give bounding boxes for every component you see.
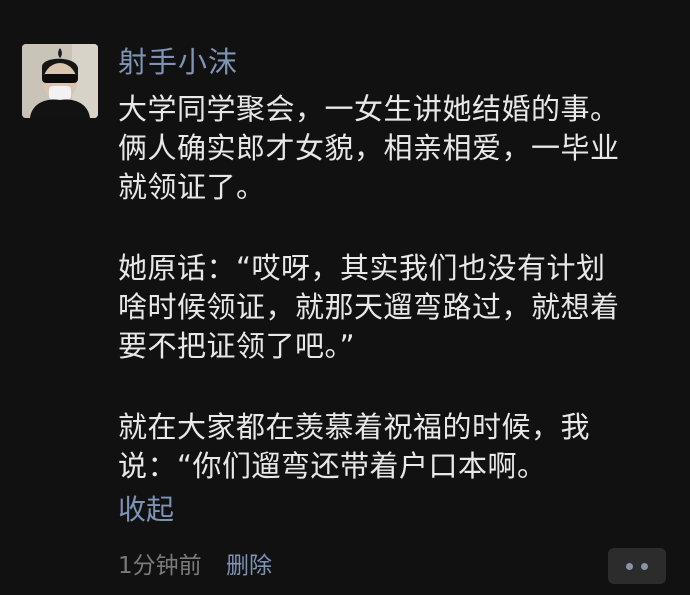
text-line: 大学同学聚会，一女生讲她结婚的事。 [118, 92, 620, 126]
delete-link[interactable]: 删除 [226, 550, 272, 582]
text-line: 就领证了。 [118, 170, 266, 204]
text-line: 她原话：“哎呀，其实我们也没有计划 [118, 251, 606, 285]
timestamp: 1分钟前 [118, 553, 202, 579]
text-line: 俩人确实郎才女貌，相亲相爱，一毕业 [118, 131, 620, 165]
text-line: 啥时候领证，就那天遛弯路过，就想着 [118, 290, 620, 324]
username[interactable]: 射手小沫 [118, 44, 238, 80]
user-avatar-photo [22, 44, 98, 118]
collapse-link[interactable]: 收起 [118, 492, 174, 528]
text-line: 要不把证领了吧。” [118, 329, 356, 363]
more-button[interactable] [608, 548, 666, 584]
avatar[interactable] [22, 44, 98, 118]
post-paragraph: 大学同学聚会，一女生讲她结婚的事。 俩人确实郎才女貌，相亲相爱，一毕业 就领证了… [118, 90, 678, 207]
post-paragraph: 就在大家都在羡慕着祝福的时候，我 说：“你们遛弯还带着户口本啊。 [118, 408, 678, 486]
more-dots-icon [626, 562, 633, 570]
text-line: 就在大家都在羡慕着祝福的时候，我 [118, 410, 591, 444]
moment-post: 射手小沫 大学同学聚会，一女生讲她结婚的事。 俩人确实郎才女貌，相亲相爱，一毕业… [0, 0, 690, 595]
text-line: 说：“你们遛弯还带着户口本啊。 [118, 449, 547, 483]
more-dots-icon [641, 562, 648, 570]
post-content: 大学同学聚会，一女生讲她结婚的事。 俩人确实郎才女貌，相亲相爱，一毕业 就领证了… [118, 90, 678, 486]
post-paragraph: 她原话：“哎呀，其实我们也没有计划 啥时候领证，就那天遛弯路过，就想着 要不把证… [118, 249, 678, 366]
